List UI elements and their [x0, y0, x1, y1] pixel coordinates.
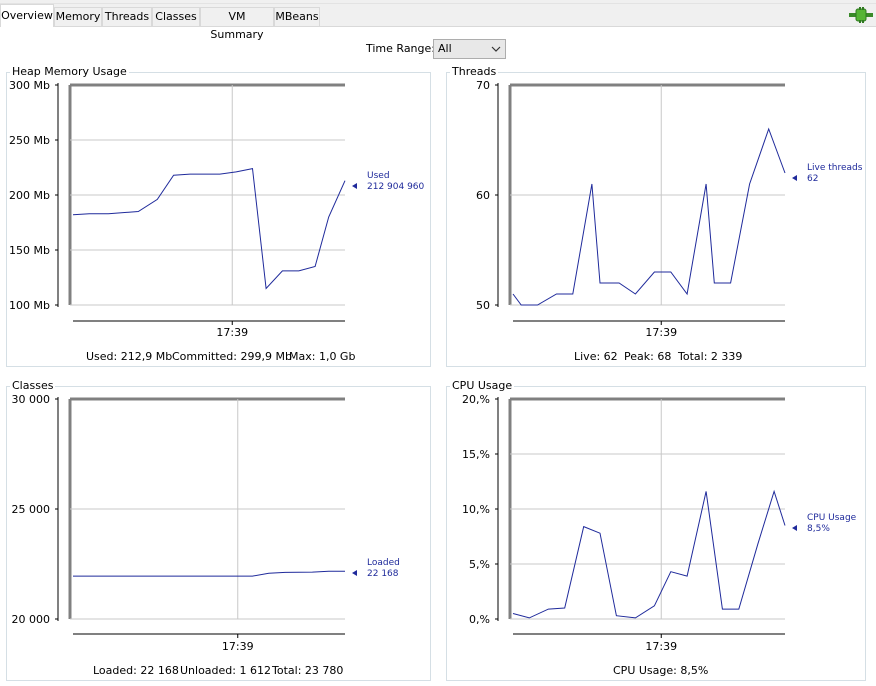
y-tick-label: 150 Mb — [9, 244, 50, 257]
legend-value: 22 168 — [367, 569, 399, 579]
y-tick-label: 250 Mb — [9, 134, 50, 147]
y-tick-label: 10,% — [462, 503, 490, 516]
x-tick-label: 17:39 — [216, 326, 248, 339]
heap-memory-chart: 300 Mb250 Mb200 Mb150 Mb100 Mb17:39Used2… — [9, 79, 863, 653]
legend-name: Loaded — [367, 558, 400, 568]
legend-name: Used — [367, 171, 390, 181]
y-tick-label: 70 — [476, 79, 490, 92]
legend-marker — [792, 525, 797, 531]
y-tick-label: 0,% — [469, 613, 490, 626]
y-tick-label: 15,% — [462, 448, 490, 461]
y-tick-label: 20,% — [462, 393, 490, 406]
y-tick-label: 200 Mb — [9, 189, 50, 202]
legend-name: CPU Usage — [807, 513, 857, 523]
y-tick-label: 300 Mb — [9, 79, 50, 92]
x-tick-label: 17:39 — [645, 640, 677, 653]
y-tick-label: 50 — [476, 299, 490, 312]
y-tick-label: 30 000 — [12, 393, 51, 406]
legend-value: 62 — [807, 174, 818, 184]
legend-value: 212 904 960 — [367, 182, 425, 192]
y-tick-label: 5,% — [469, 558, 490, 571]
y-tick-label: 100 Mb — [9, 299, 50, 312]
y-tick-label: 25 000 — [12, 503, 51, 516]
x-tick-label: 17:39 — [222, 640, 254, 653]
legend-marker — [352, 570, 357, 576]
y-tick-label: 20 000 — [12, 613, 51, 626]
x-tick-label: 17:39 — [645, 326, 677, 339]
legend-marker — [352, 183, 357, 189]
y-tick-label: 60 — [476, 189, 490, 202]
legend-name: Live threads — [807, 163, 863, 173]
legend-marker — [792, 175, 797, 181]
legend-value: 8,5% — [807, 524, 830, 534]
